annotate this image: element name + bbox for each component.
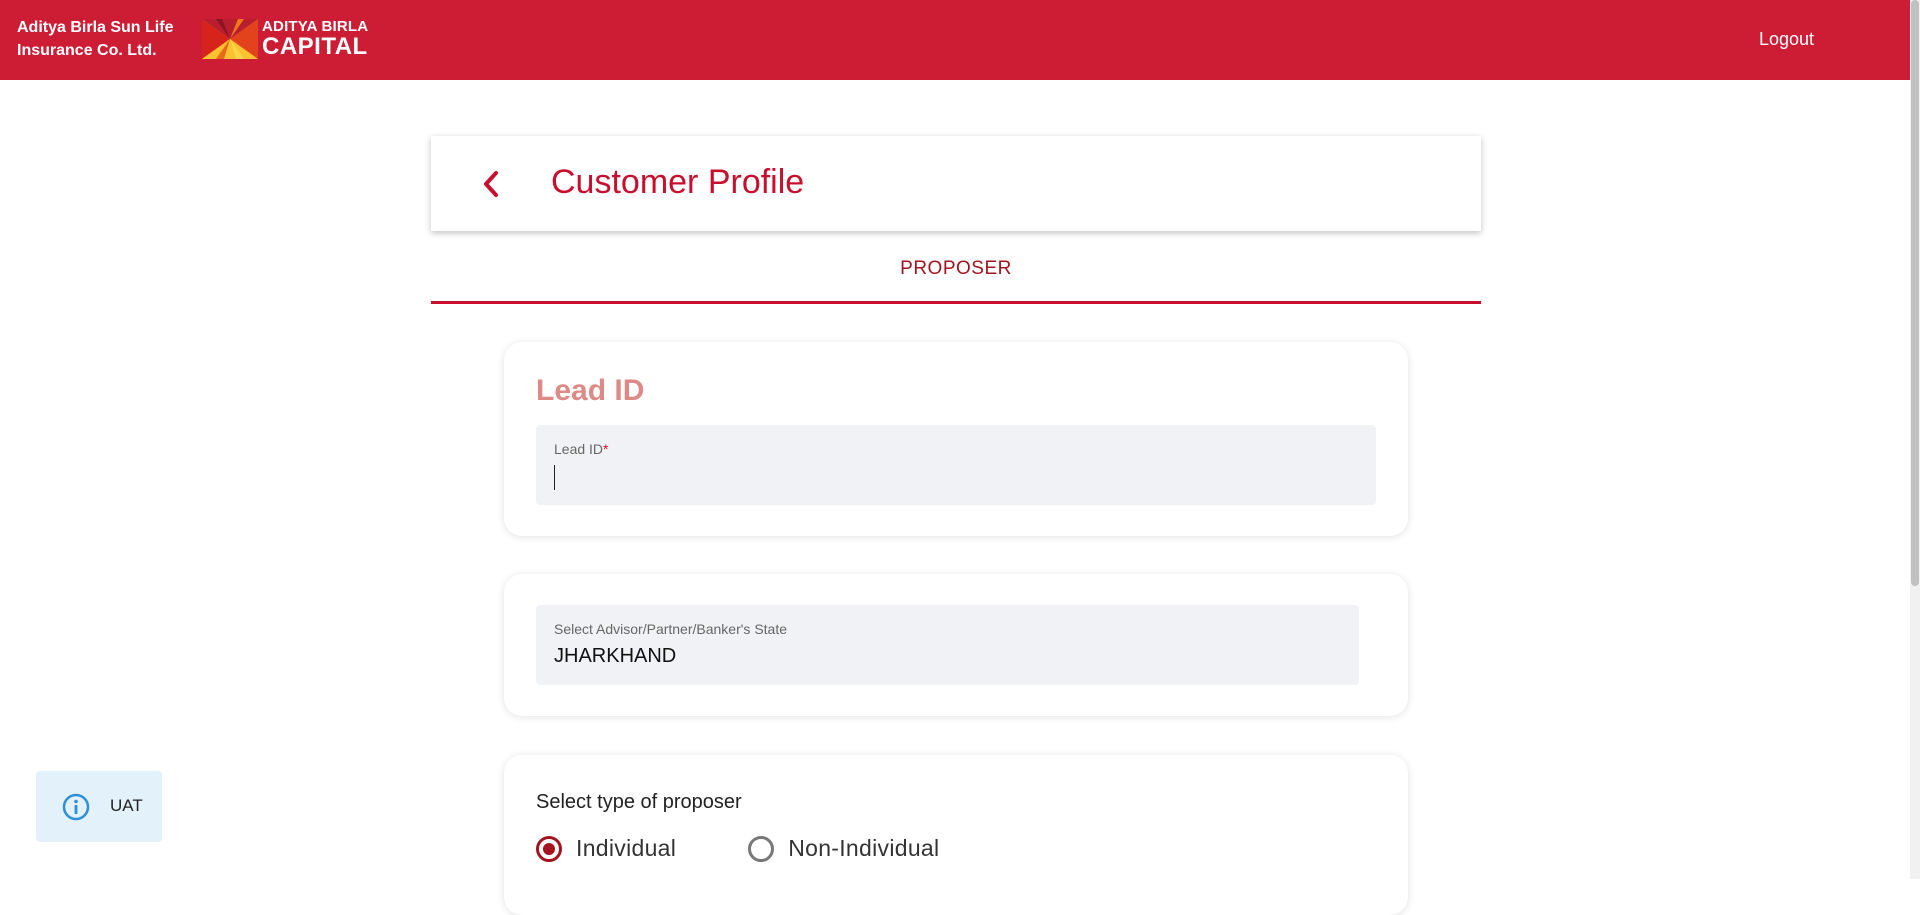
- lead-id-input[interactable]: [554, 461, 1358, 493]
- proposer-type-card: Select type of proposer Individual Non-I…: [504, 755, 1408, 915]
- lead-id-card: Lead ID Lead ID*: [504, 342, 1408, 536]
- logo-mark-icon: [202, 19, 258, 59]
- company-name-line2: Insurance Co. Ltd.: [17, 42, 157, 59]
- radio-individual[interactable]: Individual: [536, 835, 676, 862]
- proposer-type-title: Select type of proposer: [536, 791, 742, 813]
- chevron-left-icon: [484, 171, 498, 197]
- lead-id-field[interactable]: Lead ID*: [536, 425, 1376, 505]
- environment-badge: UAT: [36, 771, 162, 842]
- lead-id-label-text: Lead ID: [554, 441, 604, 457]
- logo-wordmark: ADITYA BIRLA CAPITAL: [262, 19, 368, 59]
- advisor-state-select[interactable]: Select Advisor/Partner/Banker's State JH…: [536, 605, 1359, 685]
- proposer-type-radio-group: Individual Non-Individual: [536, 835, 1011, 862]
- advisor-state-value: JHARKHAND: [554, 645, 677, 667]
- scrollbar-thumb[interactable]: [1911, 0, 1919, 586]
- required-marker: *: [603, 441, 609, 457]
- environment-label: UAT: [110, 796, 143, 815]
- tab-proposer-label: PROPOSER: [900, 258, 1012, 279]
- advisor-state-label: Select Advisor/Partner/Banker's State: [554, 621, 788, 637]
- text-cursor: [554, 465, 555, 490]
- radio-individual-circle[interactable]: [536, 835, 562, 862]
- radio-non-individual[interactable]: Non-Individual: [748, 835, 939, 862]
- page-title: Customer Profile: [551, 163, 805, 201]
- page-scrollbar[interactable]: [1910, 0, 1920, 879]
- back-button[interactable]: [471, 164, 511, 204]
- radio-individual-label: Individual: [576, 835, 677, 861]
- company-name: Aditya Birla Sun Life Insurance Co. Ltd.: [17, 16, 173, 62]
- logo-line2: CAPITAL: [262, 33, 368, 60]
- info-icon: [62, 793, 90, 821]
- tab-proposer[interactable]: PROPOSER: [431, 250, 1481, 304]
- radio-non-individual-label: Non-Individual: [788, 835, 940, 861]
- company-name-line1: Aditya Birla Sun Life: [17, 19, 174, 36]
- page-header-card: Customer Profile: [431, 136, 1481, 231]
- aditya-birla-capital-logo: ADITYA BIRLA CAPITAL: [202, 19, 368, 59]
- logout-button[interactable]: Logout: [1759, 29, 1814, 50]
- advisor-state-card: Select Advisor/Partner/Banker's State JH…: [504, 574, 1408, 716]
- lead-id-heading: Lead ID: [536, 374, 645, 407]
- lead-id-label: Lead ID*: [554, 441, 609, 457]
- top-navbar: Aditya Birla Sun Life Insurance Co. Ltd.…: [0, 0, 1910, 80]
- radio-non-individual-circle[interactable]: [748, 835, 775, 862]
